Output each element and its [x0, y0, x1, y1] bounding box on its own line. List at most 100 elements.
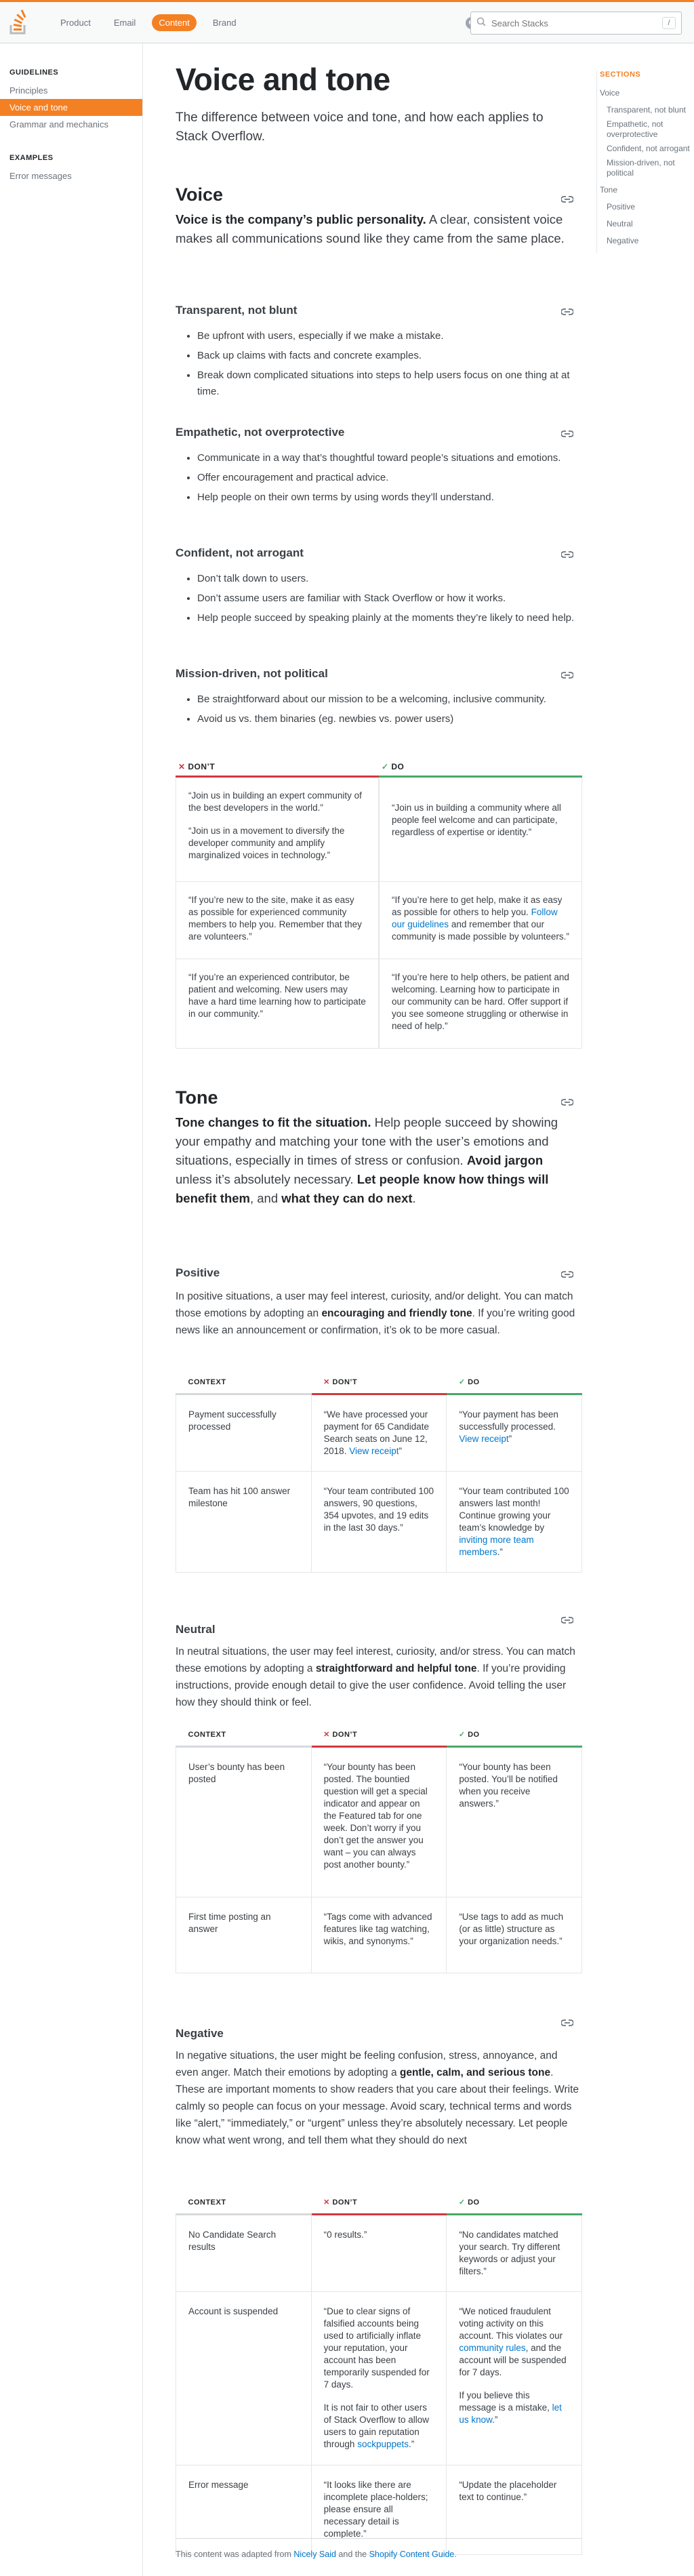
dont-header: ✕ DON’T [311, 1372, 447, 1395]
toc-positive[interactable]: Positive [607, 202, 691, 212]
anchor-link-icon[interactable] [560, 2017, 574, 2026]
nav-email[interactable]: Email [107, 14, 143, 31]
anchor-link-icon[interactable] [560, 194, 574, 203]
neutral-text: In neutral situations, the user may feel… [176, 1643, 582, 1711]
list-item: Don’t talk down to users. [197, 571, 582, 587]
toc-negative[interactable]: Negative [607, 236, 691, 246]
do-header: ✓ DO [446, 1725, 582, 1748]
do-label: DO [468, 1378, 480, 1386]
voice-section-heading: Mission-driven, not political [176, 667, 328, 680]
top-bar: Product Email Content Brand / [0, 0, 694, 43]
stack-overflow-logo[interactable] [9, 9, 29, 36]
shopify-content-guide-link[interactable]: Shopify Content Guide [369, 2550, 455, 2559]
dont-cell: “Your team contributed 100 answers, 90 q… [310, 1471, 447, 1573]
toc-neutral[interactable]: Neutral [607, 219, 691, 229]
anchor-link-icon[interactable] [560, 428, 574, 437]
footer-text: and the [335, 2550, 369, 2559]
view-receipt-link[interactable]: View receipt [459, 1434, 508, 1444]
voice-section-heading: Confident, not arrogant [176, 546, 304, 559]
positive-text: In positive situations, a user may feel … [176, 1288, 582, 1339]
do-cell: “Your payment has been successfully proc… [446, 1394, 582, 1472]
anchor-link-icon[interactable] [560, 549, 574, 558]
nav-content[interactable]: Content [152, 14, 197, 31]
anchor-link-icon[interactable] [560, 306, 574, 315]
dont-text: ” [399, 1446, 403, 1456]
context-header: CONTEXT [176, 1372, 312, 1395]
list-item: Back up claims with facts and concrete e… [197, 348, 582, 364]
anchor-link-icon[interactable] [560, 670, 574, 679]
anchor-link-icon[interactable] [560, 1615, 574, 1624]
toc-transparent[interactable]: Transparent, not blunt [607, 105, 691, 115]
page-title: Voice and tone [176, 62, 390, 97]
sidebar-item-error-messages[interactable]: Error messages [0, 167, 142, 184]
context-header: CONTEXT [176, 2192, 312, 2215]
x-icon: ✕ [178, 762, 188, 771]
sockpuppets-link[interactable]: sockpuppets [357, 2439, 409, 2449]
do-header: ✓ DO [446, 2192, 582, 2215]
do-label: DO [391, 762, 405, 771]
toc-mission-driven[interactable]: Mission-driven, not political [607, 158, 691, 178]
dont-text: “Due to clear signs of falsified account… [323, 2306, 430, 2390]
search-shortcut-hint: / [662, 17, 676, 29]
search-input[interactable] [491, 18, 662, 28]
dont-cell: “Your bounty has been posted. The bounti… [310, 1746, 447, 1897]
tone-intro-text: , and [249, 1191, 282, 1205]
dont-header: ✕ DON’T [176, 762, 379, 778]
list-item: Be straightforward about our mission to … [197, 691, 582, 708]
x-icon: ✕ [323, 1378, 333, 1386]
text: . These are important moments to show re… [176, 2067, 579, 2146]
anchor-link-icon[interactable] [560, 1269, 574, 1278]
do-cell: “No candidates matched your search. Try … [446, 2214, 582, 2292]
dont-text: .” [409, 2439, 415, 2449]
do-text: “Your payment has been successfully proc… [459, 1409, 558, 1432]
sidebar-item-principles[interactable]: Principles [0, 82, 142, 99]
nicely-said-link[interactable]: Nicely Said [293, 2550, 336, 2559]
neutral-heading: Neutral [176, 1623, 216, 1636]
list-item: Be upfront with users, especially if we … [197, 328, 582, 344]
dont-example: “If you’re an experienced contributor, b… [188, 972, 366, 1019]
search-box[interactable]: / [470, 12, 682, 35]
view-receipt-link[interactable]: View receipt [349, 1446, 399, 1456]
voice-section-heading: Empathetic, not overprotective [176, 426, 345, 439]
nav-product[interactable]: Product [54, 14, 98, 31]
sidebar-item-voice-and-tone[interactable]: Voice and tone [0, 99, 142, 116]
toc-empathetic[interactable]: Empathetic, not overprotective [607, 119, 691, 140]
dont-cell: “Due to clear signs of falsified account… [310, 2291, 447, 2466]
table-row: First time posting an answer “Tags come … [176, 1897, 582, 1973]
dont-example: “Join us in a movement to diversify the … [188, 826, 345, 860]
context-header: CONTEXT [176, 1725, 312, 1748]
toc-tone[interactable]: Tone [600, 185, 691, 195]
voice-section-list: Don’t talk down to users. Don’t assume u… [176, 571, 582, 630]
table-row: “If you’re new to the site, make it as e… [176, 882, 582, 959]
voice-section-heading: Transparent, not blunt [176, 304, 298, 317]
context-cell: No Candidate Search results [176, 2214, 312, 2292]
anchor-link-icon[interactable] [560, 1097, 574, 1106]
top-nav: Product Email Content Brand [54, 14, 243, 31]
context-cell: User’s bounty has been posted [176, 1746, 312, 1897]
table-row: “If you’re an experienced contributor, b… [176, 959, 582, 1049]
community-rules-link[interactable]: community rules [459, 2343, 525, 2353]
tone-intro-bold: Avoid jargon [466, 1153, 544, 1167]
table-row: “Join us in building an expert community… [176, 778, 582, 882]
footer-text: . [454, 2550, 457, 2559]
table-row: User’s bounty has been posted “Your boun… [176, 1746, 582, 1897]
do-example: “Join us in building a community where a… [392, 803, 561, 837]
sidebar-examples-heading: EXAMPLES [9, 154, 54, 162]
toc-voice[interactable]: Voice [600, 88, 691, 98]
page-lead: The difference between voice and tone, a… [176, 110, 544, 144]
toc-confident[interactable]: Confident, not arrogant [607, 144, 691, 154]
do-cell: “Your team contributed 100 answers last … [446, 1471, 582, 1573]
do-label: DO [468, 1731, 480, 1739]
sidebar-item-grammar-and-mechanics[interactable]: Grammar and mechanics [0, 116, 142, 133]
invite-team-members-link[interactable]: inviting more team members [459, 1535, 533, 1557]
voice-dos-donts: ✕ DON’T ✓ DO “Join us in building an exp… [176, 762, 582, 1049]
nav-brand[interactable]: Brand [206, 14, 243, 31]
do-text: “We noticed fraudulent voting activity o… [459, 2306, 563, 2341]
dont-header: ✕ DON’T [311, 1725, 447, 1748]
list-item: Offer encouragement and practical advice… [197, 470, 582, 486]
do-header: ✓ DO [446, 1372, 582, 1395]
voice-heading: Voice [176, 184, 224, 205]
footer-text: This content was adapted from [176, 2550, 294, 2559]
context-cell: Account is suspended [176, 2291, 312, 2466]
dont-header: ✕ DON’T [311, 2192, 447, 2215]
